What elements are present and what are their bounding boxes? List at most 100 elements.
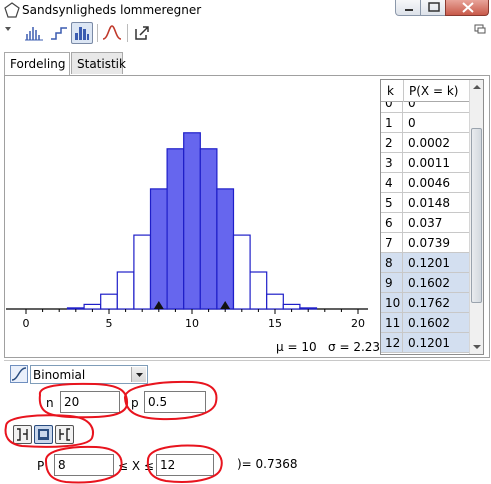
cell-k: 10 (381, 293, 403, 313)
cell-probability: 0.1762 (408, 296, 450, 310)
column-header-p: P(X = k) (409, 84, 459, 98)
table-row[interactable]: 4 0.0046 (381, 173, 469, 193)
cell-probability: 0.1201 (408, 336, 450, 350)
minimize-button[interactable] (395, 0, 421, 16)
lower-bound-field[interactable]: 8 (54, 454, 114, 476)
cell-k: 9 (381, 273, 403, 293)
x-tick-label: 0 (23, 317, 30, 330)
cell-probability: 0.1201 (408, 256, 450, 270)
cell-k: 3 (381, 153, 403, 173)
separator (4, 360, 490, 361)
upper-bound-field[interactable]: 12 (156, 454, 214, 476)
bar-graph-icon (25, 27, 43, 41)
table-row[interactable]: 10 (381, 113, 469, 133)
bar-k-16 (282, 303, 301, 310)
table-header: k P(X = k) (381, 80, 469, 102)
step-graph-icon (51, 27, 67, 40)
bar-k-3 (66, 307, 85, 310)
probability-label: P (37, 459, 45, 473)
table-row[interactable]: 7 0.0739 (381, 233, 469, 253)
bar-k-7 (133, 234, 152, 310)
close-icon (462, 2, 474, 13)
cumulative-toggle-button[interactable] (10, 365, 28, 383)
dropdown-arrow[interactable] (131, 367, 146, 382)
bar-k-4 (83, 303, 102, 310)
bar-k-6 (116, 271, 135, 310)
tab-fordeling[interactable]: Fordeling (4, 52, 70, 75)
bar-graph-button[interactable] (23, 22, 45, 44)
export-button[interactable] (131, 22, 153, 44)
table-row[interactable]: 11 0.1602 (381, 313, 469, 333)
bar-k-12 (216, 188, 235, 310)
scrollbar-thumb[interactable] (471, 128, 482, 303)
export-icon (135, 26, 149, 40)
mean-label: μ = 10 (276, 340, 317, 354)
cell-k: 1 (381, 113, 403, 133)
probability-result: )= 0.7368 (237, 457, 298, 471)
toolbar (3, 22, 488, 48)
chevron-down-icon (136, 373, 143, 377)
table-row[interactable]: 2 0.0002 (381, 133, 469, 153)
title-bar: Sandsynligheds lommeregner (0, 0, 491, 20)
cumulative-curve-icon (11, 367, 27, 381)
cell-k: 8 (381, 253, 403, 273)
table-row[interactable]: 5 0.0148 (381, 193, 469, 213)
cell-k: 6 (381, 213, 403, 233)
scroll-up-icon[interactable] (472, 84, 482, 90)
bar-k-13 (232, 234, 251, 310)
table-scrollbar[interactable] (469, 80, 483, 354)
cell-k: 2 (381, 133, 403, 153)
bar-k-8 (149, 188, 168, 310)
stats-readout: μ = 10 σ = 2.2361 (276, 340, 395, 354)
dock-icon[interactable] (474, 24, 486, 34)
cell-probability: 0.0011 (408, 156, 450, 170)
maximize-button[interactable] (420, 0, 446, 16)
n-label: n (46, 396, 54, 410)
normal-overlay-button[interactable] (101, 22, 123, 44)
right-sided-button[interactable] (55, 425, 74, 444)
cell-probability: 0.0739 (408, 236, 450, 250)
right-sided-icon (59, 428, 70, 441)
cell-k: 5 (381, 193, 403, 213)
table-row[interactable]: 3 0.0011 (381, 153, 469, 173)
app-icon (4, 2, 20, 18)
distribution-select[interactable]: Binomial (30, 365, 148, 384)
bar-k-10 (183, 132, 201, 310)
bar-k-9 (166, 148, 185, 310)
table-row[interactable]: 9 0.1602 (381, 273, 469, 293)
table-row[interactable]: 10 0.1762 (381, 293, 469, 313)
close-button[interactable] (445, 0, 489, 16)
table-row[interactable]: 12 0.1201 (381, 333, 469, 353)
cell-probability: 0.1602 (408, 276, 450, 290)
table-row[interactable]: 6 0.037 (381, 213, 469, 233)
left-sided-button[interactable] (13, 425, 32, 444)
probability-table: 0 0 1 0 2 0.0002 3 0.0011 4 0.0046 5 0.0148 6 0.037 7 0… (380, 79, 484, 355)
cell-probability: 0.1602 (408, 316, 450, 330)
table-row[interactable]: 8 0.1201 (381, 253, 469, 273)
cell-probability: 0 (408, 116, 416, 130)
between-label: ≤ X ≤ (118, 459, 154, 473)
bar-k-15 (266, 293, 284, 310)
cell-probability: 0.037 (408, 216, 443, 230)
histogram-button[interactable] (71, 22, 93, 44)
step-graph-button[interactable] (48, 22, 70, 44)
x-tick-label: 20 (351, 317, 365, 330)
distribution-chart: 0 5 10 15 20 (6, 132, 368, 330)
n-field[interactable]: 20 (60, 391, 120, 413)
cell-probability: 0.0046 (408, 176, 450, 190)
scroll-down-icon[interactable] (472, 344, 482, 350)
normal-curve-icon (102, 25, 122, 40)
x-tick-label: 10 (185, 317, 199, 330)
column-header-k: k (387, 84, 394, 98)
toolbar-menu-chevron-icon[interactable] (5, 25, 13, 33)
cell-k: 4 (381, 173, 403, 193)
distribution-value: Binomial (33, 368, 86, 382)
p-field[interactable]: 0.5 (144, 391, 206, 413)
interval-button[interactable] (34, 425, 53, 444)
tab-statistik[interactable]: Statistik (71, 52, 126, 74)
window-title: Sandsynligheds lommeregner (22, 3, 202, 17)
left-sided-icon (17, 428, 28, 441)
cell-k: 7 (381, 233, 403, 253)
maximize-icon (428, 2, 440, 12)
x-tick-label: 15 (268, 317, 282, 330)
